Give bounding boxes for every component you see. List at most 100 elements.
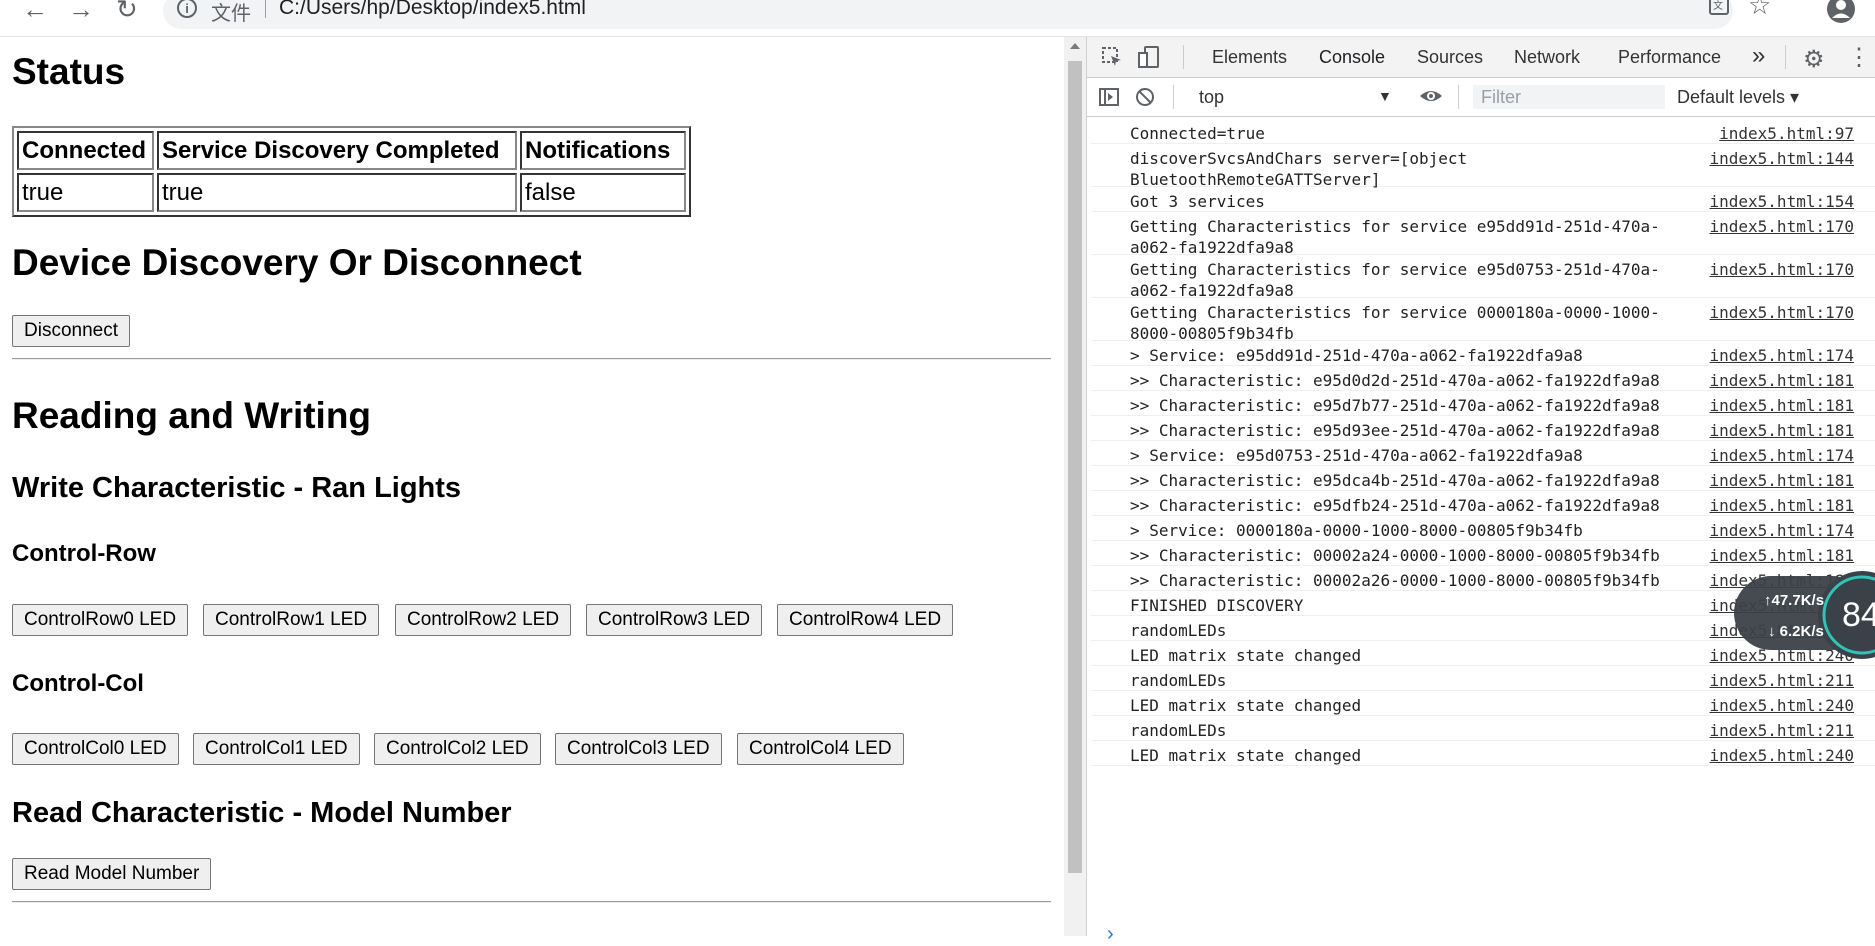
console-message-text: LED matrix state changed [1130,746,1362,765]
reload-button[interactable]: ↻ [116,0,138,25]
console-source-link[interactable]: index5.html:174 [1710,345,1855,366]
tab-performance[interactable]: Performance [1618,47,1721,68]
console-source-link[interactable]: index5.html:240 [1710,695,1855,716]
forward-button[interactable]: → [68,0,94,25]
console-message-text: > Service: e95dd91d-251d-470a-a062-fa192… [1130,346,1583,365]
control-row-heading: Control-Row [12,540,156,567]
table-row: true true false [17,173,686,212]
status-heading: Status [12,51,126,92]
console-message: Getting Characteristics for service 0000… [1091,298,1875,343]
clear-console-icon[interactable] [1135,87,1155,107]
read-characteristic-heading: Read Characteristic - Model Number [12,797,512,829]
console-source-link[interactable]: index5.html:181 [1710,495,1855,516]
svg-text:文: 文 [1713,0,1723,12]
console-source-link[interactable]: index5.html:211 [1710,670,1855,691]
control-col3-button[interactable]: ControlCol3 LED [555,733,722,765]
network-speed-widget[interactable]: ↑47.7K/s ↓ 6.2K/s 84 [1734,566,1875,660]
log-levels-dropdown[interactable]: Default levels ▾ [1677,87,1799,108]
console-source-link[interactable]: index5.html:174 [1710,520,1855,541]
inspect-element-icon[interactable] [1101,46,1123,68]
reading-writing-heading: Reading and Writing [12,395,372,436]
console-message: Got 3 services index5.html:154 [1091,187,1875,212]
console-source-link[interactable]: index5.html:240 [1710,745,1855,766]
disconnect-button[interactable]: Disconnect [12,315,130,347]
control-col0-button[interactable]: ControlCol0 LED [12,733,179,765]
filter-placeholder: Filter [1481,87,1521,107]
console-message: LED matrix state changed index5.html:240 [1091,741,1875,766]
console-source-link[interactable]: index5.html:181 [1710,420,1855,441]
console-source-link[interactable]: index5.html:174 [1710,445,1855,466]
control-row2-button[interactable]: ControlRow2 LED [395,604,572,636]
filter-input[interactable]: Filter [1473,85,1665,109]
control-row4-button[interactable]: ControlRow4 LED [777,604,954,636]
more-tabs-icon[interactable]: » [1752,42,1765,70]
console-source-link[interactable]: index5.html:181 [1710,470,1855,491]
control-row0-button[interactable]: ControlRow0 LED [12,604,189,636]
info-icon[interactable]: i [177,0,197,18]
address-divider [265,0,266,18]
console-source-link[interactable]: index5.html:181 [1710,395,1855,416]
console-message: >> Characteristic: e95d0d2d-251d-470a-a0… [1091,366,1875,391]
more-options-icon[interactable]: ⋮ [1847,43,1871,72]
console-message: >> Characteristic: e95dca4b-251d-470a-a0… [1091,466,1875,491]
console-message-text: randomLEDs [1130,721,1227,740]
translate-icon[interactable]: 文 [1708,0,1730,22]
toolbar-divider [1458,85,1459,109]
context-dropdown-icon[interactable]: ▼ [1378,88,1392,104]
console-source-link[interactable]: index5.html:181 [1710,545,1855,566]
console-source-link[interactable]: index5.html:170 [1710,302,1855,323]
console-source-link[interactable]: index5.html:154 [1710,191,1855,212]
context-selector[interactable]: top [1199,87,1224,108]
console-source-link[interactable]: index5.html:181 [1710,370,1855,391]
console-message: Getting Characteristics for service e95d… [1091,212,1875,257]
tab-elements[interactable]: Elements [1212,47,1287,68]
scrollbar-thumb[interactable] [1068,61,1082,873]
write-characteristic-heading: Write Characteristic - Ran Lights [12,472,462,504]
console-message: > Service: e95dd91d-251d-470a-a062-fa192… [1091,341,1875,366]
console-message-text: Got 3 services [1130,192,1265,211]
header-service-discovery: Service Discovery Completed [157,131,517,170]
header-connected: Connected [17,131,154,170]
console-source-link[interactable]: index5.html:170 [1710,216,1855,237]
device-toolbar-icon[interactable] [1138,45,1160,69]
console-message: >> Characteristic: e95d93ee-251d-470a-a0… [1091,416,1875,441]
console-source-link[interactable]: index5.html:211 [1710,720,1855,741]
live-expression-eye-icon[interactable] [1419,86,1443,106]
console-message: randomLEDs index5.html:211 [1091,716,1875,741]
console-source-link[interactable]: index5.html:170 [1710,259,1855,280]
scroll-up-arrow-icon[interactable] [1070,43,1080,49]
tab-divider [1785,45,1786,69]
security-chip[interactable]: 文件 [211,0,251,26]
console-message: >> Characteristic: e95d7b77-251d-470a-a0… [1091,391,1875,416]
console-message: > Service: 0000180a-0000-1000-8000-00805… [1091,516,1875,541]
profile-avatar-icon[interactable] [1826,0,1856,24]
control-col1-button[interactable]: ControlCol1 LED [193,733,360,765]
control-row1-button[interactable]: ControlRow1 LED [203,604,380,636]
control-row3-button[interactable]: ControlRow3 LED [586,604,763,636]
address-bar[interactable]: i 文件 C:/Users/hp/Desktop/index5.html 文 ☆ [163,0,1771,29]
control-col-heading: Control-Col [12,670,144,697]
tab-console[interactable]: Console [1310,47,1394,80]
console-message-text: >> Characteristic: 00002a26-0000-1000-80… [1130,571,1660,590]
console-message: > Service: e95d0753-251d-470a-a062-fa192… [1091,441,1875,466]
console-message-text: randomLEDs [1130,621,1227,640]
sidebar-toggle-icon[interactable] [1099,87,1119,107]
control-col2-button[interactable]: ControlCol2 LED [374,733,541,765]
toolbar-divider [1173,85,1174,109]
control-col4-button[interactable]: ControlCol4 LED [737,733,904,765]
url-text[interactable]: C:/Users/hp/Desktop/index5.html [279,0,586,20]
settings-gear-icon[interactable]: ⚙ [1803,45,1825,74]
tab-network[interactable]: Network [1514,47,1580,68]
tab-sources[interactable]: Sources [1417,47,1483,68]
page-scrollbar[interactable] [1064,37,1086,936]
back-button[interactable]: ← [22,0,48,25]
discovery-heading: Device Discovery Or Disconnect [12,242,582,283]
console-source-link[interactable]: index5.html:97 [1719,123,1854,144]
read-model-number-button[interactable]: Read Model Number [12,858,212,890]
console-source-link[interactable]: index5.html:144 [1710,148,1855,169]
bookmark-star-icon[interactable]: ☆ [1748,0,1771,21]
upload-speed: ↑47.7K/s [1764,592,1825,609]
console-prompt[interactable]: › [1107,923,1114,946]
console-message: Connected=true index5.html:97 [1091,119,1875,144]
console-message-text: randomLEDs [1130,671,1227,690]
